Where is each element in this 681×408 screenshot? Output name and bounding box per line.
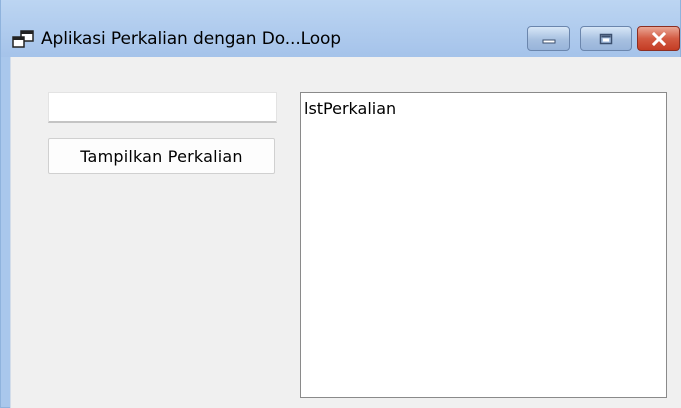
multiplication-listbox[interactable]: lstPerkalian (300, 92, 667, 398)
minimize-button[interactable] (527, 26, 570, 51)
title-bar[interactable]: Aplikasi Perkalian dengan Do...Loop (1, 0, 680, 57)
close-icon (651, 31, 666, 46)
maximize-button[interactable] (580, 26, 632, 51)
maximize-icon (599, 33, 613, 44)
show-multiplication-button[interactable]: Tampilkan Perkalian (48, 138, 275, 174)
window-title: Aplikasi Perkalian dengan Do...Loop (41, 29, 341, 49)
minimize-icon (542, 39, 555, 43)
number-input[interactable] (48, 92, 277, 123)
list-item[interactable]: lstPerkalian (304, 99, 663, 119)
show-multiplication-button-label: Tampilkan Perkalian (80, 146, 243, 166)
close-button[interactable] (637, 26, 680, 51)
app-icon (12, 30, 34, 48)
